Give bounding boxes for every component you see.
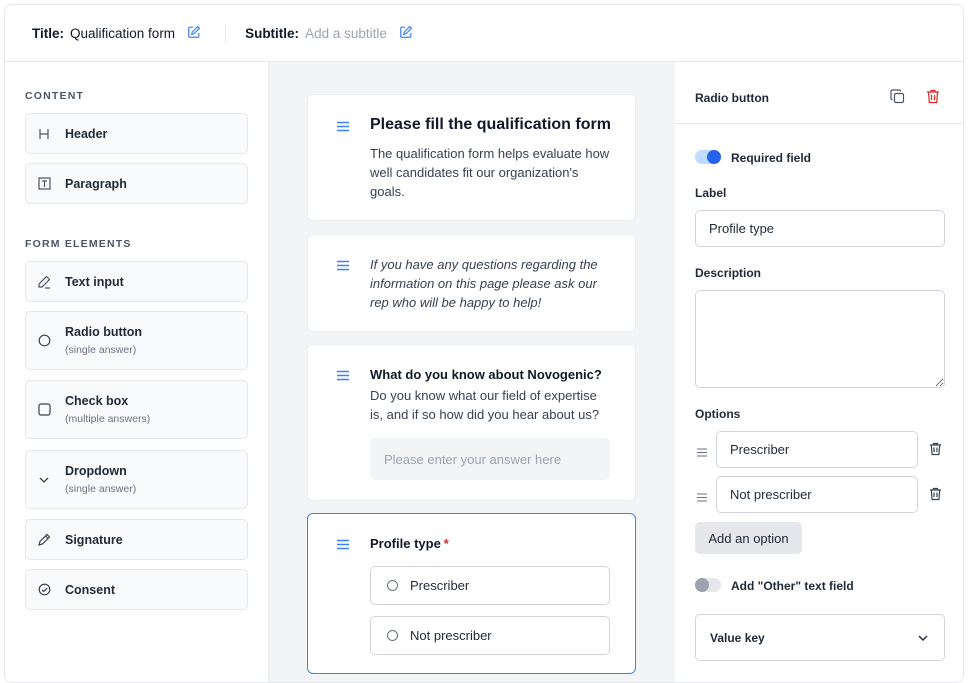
other-field-label: Add "Other" text field xyxy=(731,579,854,593)
description-heading: Description xyxy=(695,266,762,280)
delete-icon[interactable] xyxy=(926,89,942,105)
chevron-down-icon xyxy=(37,473,51,487)
drag-handle-icon[interactable] xyxy=(336,538,350,550)
drag-handle-icon[interactable] xyxy=(336,120,350,132)
label-heading: Label xyxy=(695,186,727,200)
header-card-body: The qualification form helps evaluate ho… xyxy=(370,146,610,199)
element-label: Signature xyxy=(65,532,123,547)
chevron-down-icon xyxy=(917,632,929,644)
question-card-body: Do you know what our field of expertise … xyxy=(370,388,600,422)
paragraph-card[interactable]: If you have any questions regarding the … xyxy=(307,234,636,332)
radio-option-label: Prescriber xyxy=(410,578,470,593)
element-label: Text input xyxy=(65,274,124,289)
panel-title: Radio button xyxy=(695,91,769,105)
drag-handle-icon[interactable] xyxy=(697,445,707,457)
answer-input[interactable] xyxy=(370,438,610,480)
element-paragraph[interactable]: Paragraph xyxy=(25,163,248,204)
element-consent[interactable]: Consent xyxy=(25,569,248,610)
check-circle-icon xyxy=(37,583,51,597)
label-field[interactable] xyxy=(695,210,945,247)
trash-icon[interactable] xyxy=(929,487,942,501)
question-card-title: What do you know about Novogenic? xyxy=(370,367,602,382)
content-heading: CONTENT xyxy=(25,90,85,102)
pencil-icon xyxy=(37,275,51,289)
radio-option-label: Not prescriber xyxy=(410,628,492,643)
paragraph-card-body: If you have any questions regarding the … xyxy=(370,257,598,310)
element-label: Dropdown xyxy=(65,464,127,478)
option-field[interactable] xyxy=(716,476,918,513)
trash-icon[interactable] xyxy=(929,442,942,456)
edit-subtitle-icon[interactable] xyxy=(399,25,415,41)
panel-header: Radio button xyxy=(675,62,963,124)
edit-title-icon[interactable] xyxy=(187,25,203,41)
element-label: Consent xyxy=(65,582,115,597)
element-signature[interactable]: Signature xyxy=(25,519,248,560)
signature-pen-icon xyxy=(37,533,51,547)
option-field[interactable] xyxy=(716,431,918,468)
title-key: Title: xyxy=(32,25,65,41)
element-dropdown[interactable]: Dropdown (single answer) xyxy=(25,450,248,509)
drag-handle-icon[interactable] xyxy=(697,490,707,502)
radio-option[interactable]: Prescriber xyxy=(370,566,610,605)
element-sublabel: (single answer) xyxy=(65,344,137,356)
radio-circle-icon xyxy=(387,580,398,591)
element-label: Check box xyxy=(65,394,129,408)
subtitle-key: Subtitle: xyxy=(245,25,300,41)
radio-icon xyxy=(37,334,51,348)
element-label: Radio button xyxy=(65,325,143,339)
title-value: Qualification form xyxy=(70,25,176,41)
header-card-title: Please fill the qualification form xyxy=(370,116,611,133)
drag-handle-icon[interactable] xyxy=(336,369,350,381)
form-builder-app: Title: Qualification form Subtitle: Add … xyxy=(4,4,964,683)
toggle-knob xyxy=(707,150,721,164)
heading-icon xyxy=(37,127,51,141)
form-elements-heading: FORM ELEMENTS xyxy=(25,238,132,250)
value-key-select[interactable]: Value key xyxy=(695,614,945,661)
toggle-knob xyxy=(695,578,709,592)
drag-handle-icon[interactable] xyxy=(336,259,350,271)
element-header[interactable]: Header xyxy=(25,113,248,154)
form-canvas: Please fill the qualification form The q… xyxy=(269,62,675,682)
radio-circle-icon xyxy=(387,630,398,641)
checkbox-icon xyxy=(37,403,51,417)
header-card[interactable]: Please fill the qualification form The q… xyxy=(307,94,636,221)
subtitle-group: Subtitle: Add a subtitle xyxy=(245,25,415,41)
properties-panel: Radio button Required field Label Descri… xyxy=(675,62,963,682)
element-label: Header xyxy=(65,126,108,141)
element-radio-button[interactable]: Radio button (single answer) xyxy=(25,311,248,370)
paragraph-icon xyxy=(37,177,51,191)
other-field-toggle[interactable] xyxy=(695,578,721,592)
value-key-label: Value key xyxy=(710,630,765,645)
options-heading: Options xyxy=(695,407,741,421)
duplicate-icon[interactable] xyxy=(890,89,906,105)
element-check-box[interactable]: Check box (multiple answers) xyxy=(25,380,248,439)
element-text-input[interactable]: Text input xyxy=(25,261,248,302)
elements-sidebar: CONTENT Header Paragraph FORM ELEMENTS T… xyxy=(5,62,269,682)
description-field[interactable] xyxy=(695,290,945,388)
required-toggle[interactable] xyxy=(695,150,721,164)
top-bar: Title: Qualification form Subtitle: Add … xyxy=(5,5,963,62)
title-group: Title: Qualification form xyxy=(32,25,203,41)
top-bar-divider xyxy=(225,24,227,42)
add-option-button[interactable]: Add an option xyxy=(695,522,802,554)
required-label: Required field xyxy=(731,151,812,165)
element-sublabel: (multiple answers) xyxy=(65,413,151,425)
subtitle-placeholder[interactable]: Add a subtitle xyxy=(305,26,387,41)
radio-card-title-text: Profile type xyxy=(370,536,441,551)
question-card[interactable]: What do you know about Novogenic? Do you… xyxy=(307,344,636,501)
required-asterisk: * xyxy=(443,536,449,551)
radio-option[interactable]: Not prescriber xyxy=(370,616,610,655)
element-label: Paragraph xyxy=(65,176,127,191)
radio-card-title: Profile type * xyxy=(370,536,615,551)
radio-card[interactable]: Profile type * Prescriber Not prescriber xyxy=(307,513,636,674)
element-sublabel: (single answer) xyxy=(65,483,137,495)
